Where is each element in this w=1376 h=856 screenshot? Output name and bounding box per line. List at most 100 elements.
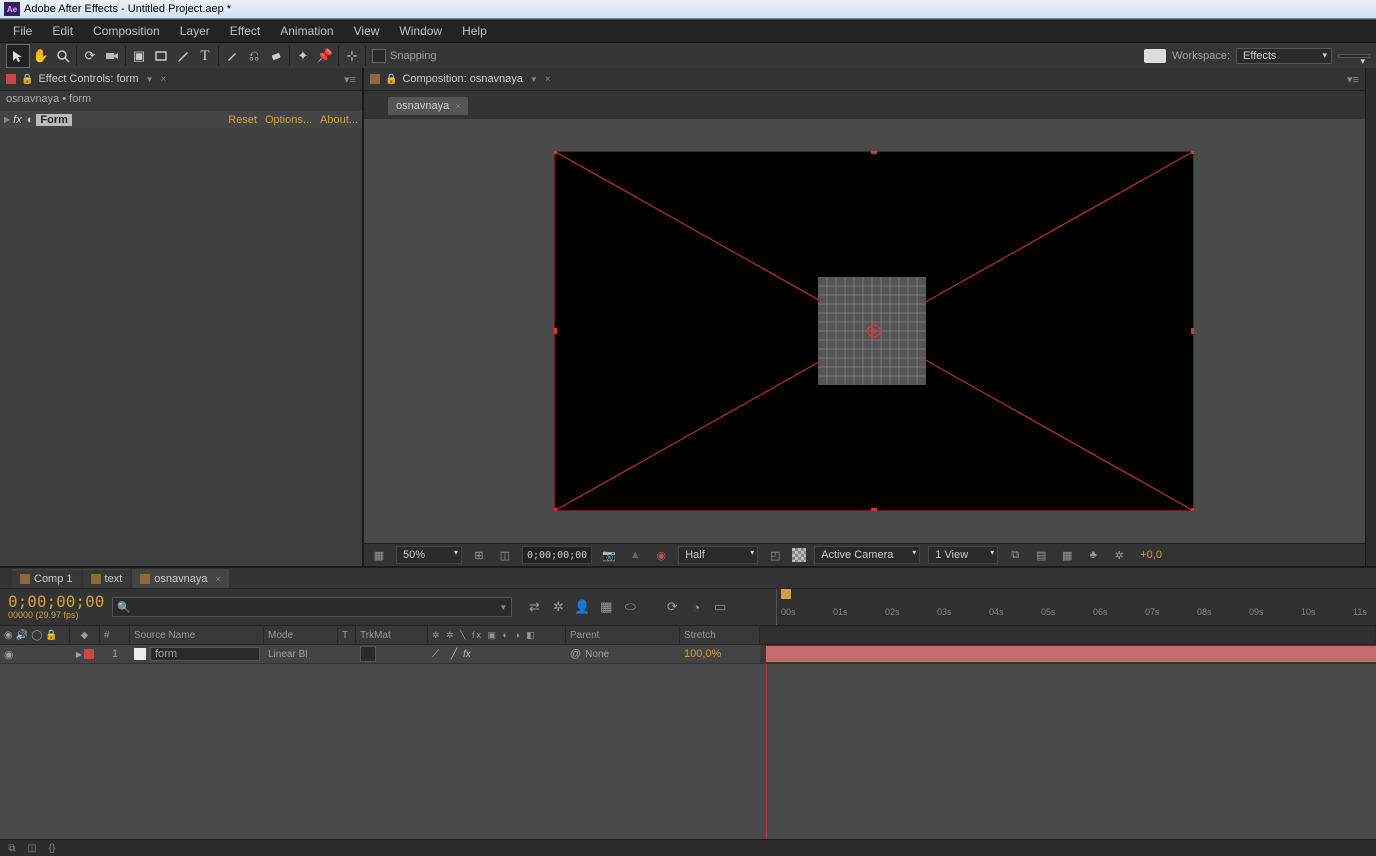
effect-reset-link[interactable]: Reset: [228, 114, 257, 126]
parent-dropdown[interactable]: None: [585, 649, 653, 660]
expand-icon[interactable]: ▶: [76, 650, 82, 659]
resolution-dropdown[interactable]: Half: [678, 546, 758, 564]
col-trkmat[interactable]: TrkMat: [356, 626, 428, 644]
pan-behind-tool-icon[interactable]: ▣: [128, 45, 150, 67]
workspace-icon[interactable]: [1144, 49, 1166, 63]
menu-layer[interactable]: Layer: [170, 24, 220, 38]
lock-icon[interactable]: 🔒: [45, 630, 57, 641]
puppet-tool-icon[interactable]: 📌: [314, 45, 336, 67]
timeline-tab-text[interactable]: text: [83, 569, 131, 588]
zoom-tool-icon[interactable]: [52, 45, 74, 67]
layer-name[interactable]: form: [150, 647, 260, 661]
effect-options-link[interactable]: Options...: [265, 114, 312, 126]
col-stretch[interactable]: Stretch: [680, 626, 760, 644]
label-icon[interactable]: ◆: [81, 630, 89, 641]
mask-toggle-icon[interactable]: ◫: [496, 547, 514, 563]
roto-tool-icon[interactable]: ✦: [292, 45, 314, 67]
frame-blend-icon[interactable]: ▦: [598, 599, 614, 615]
exposure-value[interactable]: +0,0: [1140, 549, 1162, 561]
col-mode[interactable]: Mode: [264, 626, 338, 644]
timeline-tab-osnavnaya[interactable]: osnavnaya×: [132, 569, 228, 588]
menu-window[interactable]: Window: [389, 24, 452, 38]
pixel-aspect-icon[interactable]: ⧉: [1006, 547, 1024, 563]
shy-switch[interactable]: ⟋: [432, 649, 439, 660]
close-icon[interactable]: ×: [160, 74, 166, 85]
chevron-down-icon[interactable]: ▼: [530, 75, 538, 84]
eye-icon[interactable]: ◉: [4, 648, 14, 661]
graph-editor-icon[interactable]: ▭: [712, 599, 728, 615]
auto-keyframe-icon[interactable]: ◔: [688, 599, 704, 615]
fx-switch[interactable]: fx: [463, 649, 471, 660]
expand-icon[interactable]: ▶: [4, 115, 10, 124]
label-swatch[interactable]: [84, 649, 94, 659]
text-tool-icon[interactable]: T: [194, 45, 216, 67]
chevron-down-icon[interactable]: ▼: [499, 603, 507, 612]
transparency-grid-icon[interactable]: [792, 548, 806, 562]
draft3d-icon[interactable]: ✲: [550, 599, 566, 615]
camera-dropdown[interactable]: Active Camera: [814, 546, 920, 564]
timeline-body[interactable]: [0, 664, 1376, 839]
menu-help[interactable]: Help: [452, 24, 497, 38]
shy-icon[interactable]: 👤: [574, 599, 590, 615]
reset-exposure-icon[interactable]: ✲: [1110, 547, 1128, 563]
zoom-dropdown[interactable]: 50%: [396, 546, 462, 564]
quality-switch[interactable]: ╱: [451, 649, 457, 660]
right-collapsed-panels[interactable]: [1365, 68, 1376, 566]
effect-about-link[interactable]: About...: [320, 114, 358, 126]
layer-row[interactable]: ◉ ▶ 1 form Linear Bl ⟋ ╱ fx @None 100,0%: [0, 645, 1376, 664]
toggle-in-out-icon[interactable]: {}: [44, 840, 60, 856]
close-icon[interactable]: ×: [215, 574, 220, 584]
close-icon[interactable]: ×: [545, 74, 551, 85]
col-t[interactable]: T: [338, 626, 356, 644]
audio-icon[interactable]: 🔊: [16, 630, 28, 641]
rectangle-tool-icon[interactable]: [150, 45, 172, 67]
comp-mini-flowchart-icon[interactable]: ⇄: [526, 599, 542, 615]
effect-row[interactable]: ▶ fx ◐ Form Reset Options... About...: [0, 111, 362, 128]
grid-icon[interactable]: ▦: [370, 547, 388, 563]
hand-tool-icon[interactable]: ✋: [30, 45, 52, 67]
fast-preview-icon[interactable]: ▤: [1032, 547, 1050, 563]
col-parent[interactable]: Parent: [566, 626, 680, 644]
timeline-search[interactable]: 🔍 ▼: [112, 597, 512, 617]
close-icon[interactable]: ×: [455, 101, 460, 111]
composition-canvas[interactable]: [554, 151, 1194, 511]
layer-duration-bar[interactable]: [766, 646, 1376, 662]
motion-blur-icon[interactable]: ⬭: [622, 599, 638, 615]
workspace-dropdown[interactable]: Effects: [1236, 48, 1332, 64]
current-time-indicator-head[interactable]: [781, 589, 791, 599]
chevron-down-icon[interactable]: ▼: [146, 75, 154, 84]
time-ruler[interactable]: 00s 01s 02s 03s 04s 05s 06s 07s 08s 09s …: [776, 589, 1376, 625]
fx-icon[interactable]: fx: [13, 114, 22, 126]
switches-icons[interactable]: ✲ ✲ ╲ fx ▣ ◐ ◑ ◧: [432, 630, 537, 641]
toggle-modes-icon[interactable]: ◫: [24, 840, 40, 856]
panel-menu-icon[interactable]: ▾≡: [1347, 73, 1359, 86]
menu-file[interactable]: File: [3, 24, 42, 38]
snapshot-icon[interactable]: 📷: [600, 547, 618, 563]
view-dropdown[interactable]: 1 View: [928, 546, 998, 564]
menu-animation[interactable]: Animation: [270, 24, 343, 38]
panel-menu-icon[interactable]: ▾≡: [344, 73, 356, 86]
brainstorm-icon[interactable]: ⟳: [664, 599, 680, 615]
stretch-value[interactable]: 100,0%: [680, 645, 760, 663]
eraser-tool-icon[interactable]: [265, 45, 287, 67]
timecode-input[interactable]: 0;00;00;00: [522, 546, 592, 564]
selection-tool-icon[interactable]: [6, 44, 30, 68]
menu-composition[interactable]: Composition: [83, 24, 170, 38]
trkmat-dropdown[interactable]: [360, 646, 376, 662]
orbit-tool-icon[interactable]: ⟳: [79, 45, 101, 67]
timeline-icon[interactable]: ▦: [1058, 547, 1076, 563]
effect-name[interactable]: Form: [36, 114, 72, 126]
snapping-checkbox[interactable]: [372, 49, 386, 63]
roi-icon[interactable]: ◰: [766, 547, 784, 563]
timeline-tab-comp1[interactable]: Comp 1: [12, 569, 81, 588]
brush-tool-icon[interactable]: [221, 45, 243, 67]
clone-tool-icon[interactable]: ⎌: [243, 45, 265, 67]
toggle-switches-icon[interactable]: ⧉: [4, 840, 20, 856]
show-channel-icon[interactable]: ▲: [626, 547, 644, 563]
menu-effect[interactable]: Effect: [220, 24, 270, 38]
pen-tool-icon[interactable]: [172, 45, 194, 67]
col-index[interactable]: #: [100, 626, 130, 644]
eye-icon[interactable]: ◉: [4, 630, 13, 641]
camera-tool-icon[interactable]: [101, 45, 123, 67]
lock-icon[interactable]: 🔒: [385, 74, 397, 85]
